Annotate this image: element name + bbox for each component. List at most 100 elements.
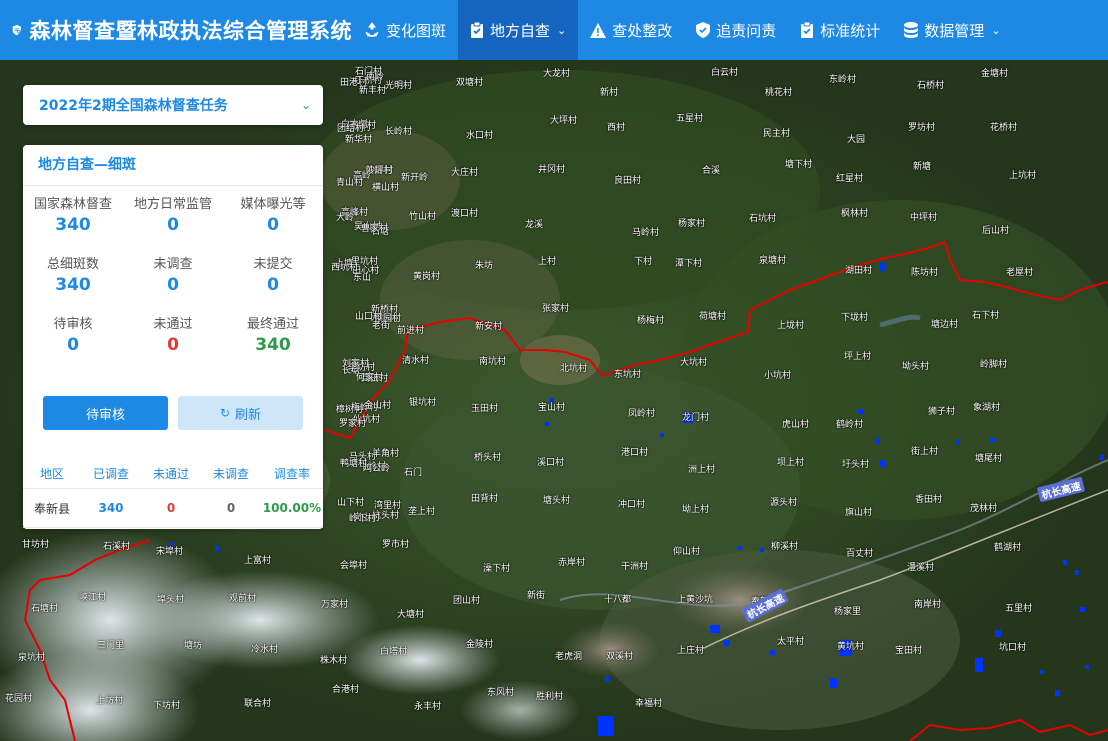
stat-unsubmitted: 未提交 0	[223, 256, 323, 316]
stat-national: 国家森林督查 340	[23, 196, 123, 256]
place-label: 龙溪	[525, 220, 544, 230]
place-label: 岭下村	[349, 514, 377, 524]
stat-label: 未提交	[253, 257, 293, 272]
clipboard-check-icon	[471, 22, 484, 38]
place-label: 十八都	[604, 595, 632, 605]
place-label: 澡下村	[483, 564, 511, 574]
chevron-down-icon: ⌄	[300, 98, 311, 112]
place-label: 永丰村	[414, 702, 442, 712]
place-label: 石塘村	[31, 604, 59, 614]
stat-pending: 待审核 0	[23, 316, 123, 376]
place-label: 石桥村	[917, 81, 945, 91]
place-label: 下坊村	[153, 701, 181, 711]
nav-change-spots[interactable]: 变化图斑	[352, 0, 458, 60]
panel-title: 地方自查—细斑	[23, 145, 323, 186]
table-row[interactable]: 奉新县 340 0 0 100.00%	[23, 488, 323, 528]
place-label: 光明村	[385, 81, 413, 91]
stat-label: 国家森林督查	[33, 197, 112, 212]
place-label: 坑口村	[999, 643, 1027, 653]
place-label: 泉坑村	[18, 653, 46, 663]
place-label: 新塘	[913, 162, 932, 172]
stat-value: 0	[167, 335, 179, 355]
stat-unsurveyed: 未调查 0	[123, 256, 223, 316]
col-failed: 未通过	[152, 466, 189, 481]
chevron-down-icon: ⌄	[557, 23, 567, 37]
place-label: 幸福村	[635, 699, 663, 709]
place-label: 大坪村	[550, 116, 578, 126]
recycle-icon	[365, 22, 379, 37]
nav-local-inspection[interactable]: 地方自查 ⌄	[458, 0, 579, 60]
place-label: 何家村	[356, 373, 384, 383]
place-label: 井冈村	[538, 165, 566, 175]
place-label: 小坑村	[764, 371, 792, 381]
place-label: 陈坊村	[911, 268, 939, 278]
place-label: 石门	[404, 468, 423, 478]
place-label: 太平村	[777, 637, 805, 647]
place-label: 石下村	[972, 311, 1000, 321]
place-label: 金陵村	[466, 640, 494, 650]
refresh-label: 刷新	[235, 407, 262, 423]
place-label: 杨家里	[834, 607, 862, 617]
cell-surveyed: 340	[98, 501, 124, 515]
place-label: 万家村	[321, 600, 349, 610]
review-button[interactable]: 待审核	[43, 396, 168, 430]
stat-media: 媒体曝光等 0	[223, 196, 323, 256]
cell-unsurveyed: 0	[226, 501, 236, 515]
place-label: 宝田村	[895, 646, 923, 656]
chevron-down-icon: ⌄	[991, 23, 1001, 37]
stat-value: 340	[55, 215, 91, 235]
warning-icon	[590, 22, 607, 38]
place-label: 上垅村	[777, 321, 805, 331]
place-label: 上黄沙坑	[677, 595, 714, 605]
place-label: 上坑村	[1009, 171, 1037, 181]
place-label: 刘家村	[342, 359, 370, 369]
place-label: 白云村	[711, 68, 739, 78]
nav-data-management[interactable]: 数据管理 ⌄	[892, 0, 1012, 60]
place-label: 杨梅村	[637, 316, 665, 326]
place-label: 鹤岭村	[836, 420, 864, 430]
place-label: 坳头村	[902, 362, 930, 372]
place-label: 新丰村	[359, 86, 387, 96]
place-label: 田背村	[471, 494, 499, 504]
place-label: 胜利村	[536, 692, 564, 702]
stats-grid: 国家森林督查 340 地方日常监管 0 媒体曝光等 0 总细斑数 340 未调查 0 未提…	[23, 186, 323, 376]
refresh-button[interactable]: ↻ 刷新	[178, 396, 303, 430]
place-label: 团结村	[337, 124, 365, 134]
place-label: 青山村	[336, 178, 364, 188]
stat-label: 媒体曝光等	[240, 197, 306, 212]
inspection-panel: 地方自查—细斑 国家森林督查 340 地方日常监管 0 媒体曝光等 0 总细斑数 340…	[23, 145, 323, 529]
place-label: 石门村	[355, 67, 383, 77]
place-label: 旗山村	[845, 508, 873, 518]
nav-accountability[interactable]: 追责问责	[684, 0, 788, 60]
place-label: 柳溪村	[771, 542, 799, 552]
place-label: 竹山村	[409, 212, 437, 222]
place-label: 赤岸村	[558, 558, 586, 568]
stat-total: 总细斑数 340	[23, 256, 123, 316]
region-table: 地区 已调查 未通过 未调查 调查率 奉新县 340 0 0 100.00%	[23, 458, 323, 528]
place-label: 渡口村	[451, 209, 479, 219]
place-label: 三门里	[97, 641, 125, 651]
place-label: 羊角村	[372, 449, 400, 459]
col-surveyed: 已调查	[92, 466, 129, 481]
brand[interactable]: 森林督查暨林政执法综合管理系统	[0, 0, 352, 60]
place-label: 金山村	[364, 401, 392, 411]
stat-value: 340	[55, 275, 91, 295]
place-label: 坳上村	[682, 505, 710, 515]
database-icon	[904, 22, 919, 38]
stat-label: 待审核	[53, 317, 93, 332]
place-label: 鹤湖村	[994, 543, 1022, 553]
place-label: 龙门村	[682, 413, 710, 423]
place-label: 五里村	[1005, 604, 1033, 614]
main-nav: 变化图斑 地方自查 ⌄ 查处整改 追责问责 标准统计 数据管理 ⌄	[352, 0, 1013, 60]
place-label: 大庄村	[451, 168, 479, 178]
place-label: 东风村	[487, 688, 515, 698]
nav-label: 数据管理	[924, 21, 985, 40]
nav-label: 标准统计	[820, 21, 881, 40]
nav-statistics[interactable]: 标准统计	[788, 0, 892, 60]
stat-value: 0	[67, 335, 79, 355]
place-label: 枫林村	[841, 209, 869, 219]
place-label: 金塘村	[981, 69, 1009, 79]
nav-rectification[interactable]: 查处整改	[578, 0, 684, 60]
task-select[interactable]: 2022年2期全国森林督查任务 ⌄	[23, 85, 323, 125]
app-logo-icon	[12, 24, 22, 36]
